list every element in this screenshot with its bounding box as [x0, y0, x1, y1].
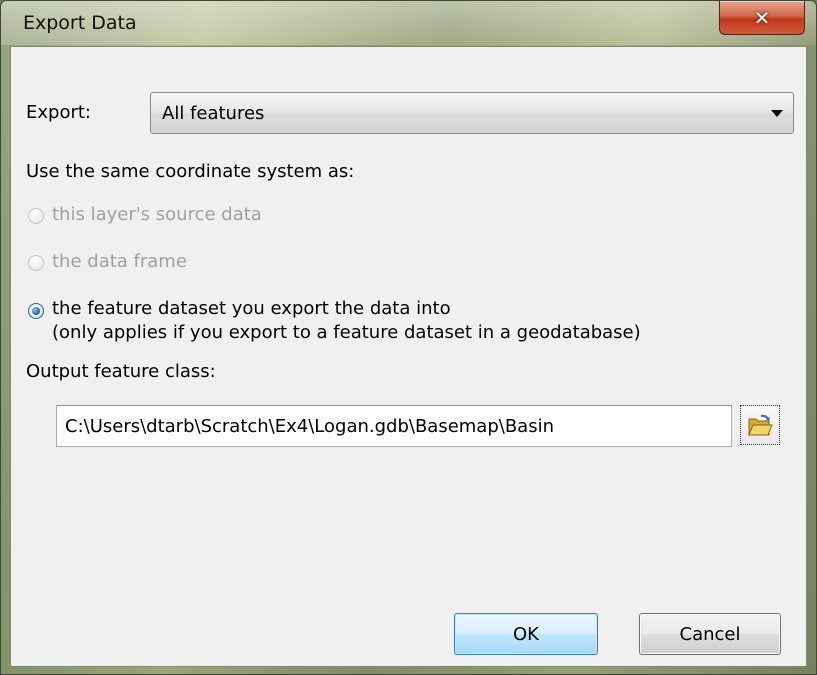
output-feature-class-label: Output feature class:: [26, 361, 216, 382]
close-icon: ✕: [753, 5, 771, 30]
radio-feature-dataset-note: (only applies if you export to a feature…: [52, 322, 641, 343]
browse-button[interactable]: [740, 405, 780, 445]
close-button[interactable]: ✕: [719, 1, 805, 35]
export-label: Export:: [26, 102, 91, 123]
dialog-body: Export: All features Use the same coordi…: [10, 46, 807, 667]
export-data-window: Export Data ✕ Export: All features Use t…: [0, 0, 817, 675]
coordinate-system-heading: Use the same coordinate system as:: [26, 161, 355, 182]
radio-data-frame-label: the data frame: [52, 251, 187, 272]
export-dropdown[interactable]: All features: [150, 92, 794, 134]
export-dropdown-value: All features: [162, 103, 265, 124]
radio-feature-dataset-label: the feature dataset you export the data …: [52, 298, 451, 319]
radio-feature-dataset[interactable]: [28, 303, 44, 319]
cancel-button[interactable]: Cancel: [639, 613, 781, 655]
radio-layer-source[interactable]: [28, 208, 44, 224]
radio-data-frame[interactable]: [28, 255, 44, 271]
window-title: Export Data: [23, 12, 137, 34]
chevron-down-icon: [771, 110, 783, 117]
ok-button[interactable]: OK: [454, 613, 598, 655]
output-feature-class-input[interactable]: [56, 405, 732, 447]
radio-layer-source-label: this layer's source data: [52, 204, 262, 225]
open-folder-icon: [748, 414, 773, 436]
title-bar[interactable]: Export Data ✕: [1, 1, 816, 45]
